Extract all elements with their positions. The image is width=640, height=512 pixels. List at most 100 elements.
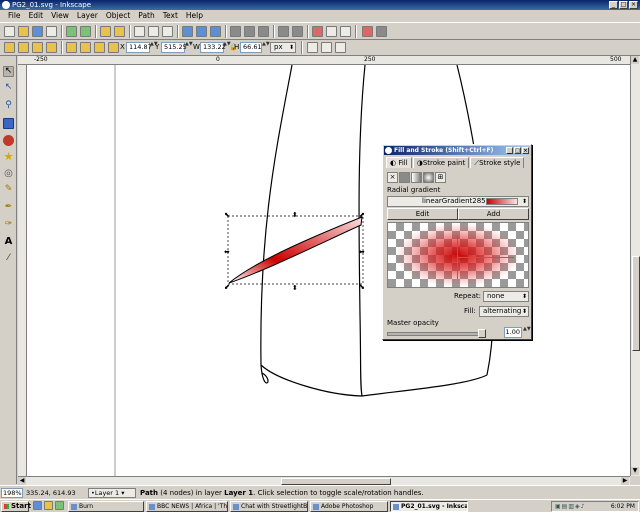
- scale-handle-s[interactable]: ⬍: [292, 284, 298, 292]
- quick-launch-explorer-icon[interactable]: [44, 501, 53, 510]
- duplicate-icon[interactable]: [230, 26, 241, 37]
- flip-horizontal-icon[interactable]: [32, 42, 43, 53]
- no-paint-icon[interactable]: ×: [387, 172, 398, 183]
- pencil-tool-icon[interactable]: ✎: [3, 184, 14, 195]
- selector-tool-icon[interactable]: ↖: [3, 66, 14, 77]
- maximize-button[interactable]: □: [619, 1, 628, 9]
- task-photoshop[interactable]: Adobe Photoshop: [310, 501, 388, 512]
- zoom-selection-icon[interactable]: [182, 26, 193, 37]
- scale-handle-n[interactable]: ⬍: [292, 211, 298, 219]
- vertical-scroll-thumb[interactable]: [632, 256, 640, 351]
- horizontal-scroll-thumb[interactable]: [281, 478, 391, 485]
- fill-rule-select[interactable]: alternating ⬍: [479, 306, 529, 317]
- paste-icon[interactable]: [162, 26, 173, 37]
- unlink-clone-icon[interactable]: [258, 26, 269, 37]
- scroll-down-icon[interactable]: ▼: [631, 467, 639, 475]
- radial-gradient-icon[interactable]: [423, 172, 434, 183]
- minimize-button[interactable]: _: [609, 1, 618, 9]
- quick-launch-app-icon[interactable]: [55, 501, 64, 510]
- drawing-canvas[interactable]: ⬉ ⬍ ⬈ ⬌ ⬌ ⬋ ⬍ ⬊: [27, 65, 630, 476]
- raise-icon[interactable]: [80, 42, 91, 53]
- scroll-right-icon[interactable]: ▶: [621, 477, 629, 485]
- ellipse-tool-icon[interactable]: [3, 135, 14, 146]
- scale-handle-sw[interactable]: ⬋: [224, 283, 230, 291]
- open-icon[interactable]: [18, 26, 29, 37]
- quick-launch-desktop-icon[interactable]: [33, 501, 42, 510]
- raise-to-top-icon[interactable]: [66, 42, 77, 53]
- dropper-tool-icon[interactable]: ⁄: [3, 253, 14, 264]
- ungroup-icon[interactable]: [292, 26, 303, 37]
- rotate-90-cw-icon[interactable]: [18, 42, 29, 53]
- zoom-field[interactable]: 198%: [1, 488, 23, 498]
- lower-to-bottom-icon[interactable]: [108, 42, 119, 53]
- zoom-page-icon[interactable]: [210, 26, 221, 37]
- scale-corners-icon[interactable]: [321, 42, 332, 53]
- scale-handle-w[interactable]: ⬌: [224, 248, 230, 256]
- scale-handle-se[interactable]: ⬊: [359, 283, 365, 291]
- scroll-up-icon[interactable]: ▲: [631, 56, 639, 64]
- tab-stroke-style[interactable]: ⟋Stroke style: [470, 157, 525, 168]
- vertical-scrollbar[interactable]: ▲ ▼: [630, 56, 640, 476]
- pattern-icon[interactable]: ⊞: [435, 172, 446, 183]
- h-spinner[interactable]: ▲▼: [262, 42, 270, 53]
- edit-gradient-button[interactable]: Edit: [387, 208, 458, 220]
- task-bbc-news[interactable]: BBC NEWS | Africa | 'Tho...: [146, 501, 228, 512]
- flip-vertical-icon[interactable]: [46, 42, 57, 53]
- preferences-icon[interactable]: [376, 26, 387, 37]
- import-icon[interactable]: [66, 26, 77, 37]
- redo-icon[interactable]: [114, 26, 125, 37]
- opacity-spinner[interactable]: ▲▼: [523, 327, 531, 338]
- menu-file[interactable]: File: [4, 10, 25, 22]
- scale-handle-e[interactable]: ⬌: [359, 248, 365, 256]
- dialog-minimize-button[interactable]: _: [506, 147, 513, 154]
- h-field[interactable]: 66.61: [240, 42, 262, 53]
- text-font-icon[interactable]: [326, 26, 337, 37]
- menu-layer[interactable]: Layer: [73, 10, 102, 22]
- menu-help[interactable]: Help: [182, 10, 207, 22]
- scale-handle-ne[interactable]: ⬈: [359, 211, 365, 219]
- menu-view[interactable]: View: [47, 10, 73, 22]
- scale-stroke-icon[interactable]: [307, 42, 318, 53]
- tab-stroke-paint[interactable]: ◑Stroke paint: [412, 157, 470, 168]
- dialog-title-bar[interactable]: Fill and Stroke (Shift+Ctrl+F) _ □ ×: [384, 146, 530, 155]
- task-chat[interactable]: Chat with StreetlightBat...: [230, 501, 308, 512]
- scale-handle-nw[interactable]: ⬉: [224, 211, 230, 219]
- task-inkscape[interactable]: PG2_01.svg - Inkscape: [390, 501, 468, 512]
- node-tool-icon[interactable]: ↖: [3, 82, 14, 93]
- spiral-tool-icon[interactable]: ◎: [3, 168, 14, 179]
- flat-color-icon[interactable]: [399, 172, 410, 183]
- pen-tool-icon[interactable]: ✒: [3, 202, 14, 213]
- cut-icon[interactable]: [148, 26, 159, 37]
- menu-object[interactable]: Object: [102, 10, 134, 22]
- menu-edit[interactable]: Edit: [25, 10, 48, 22]
- group-icon[interactable]: [278, 26, 289, 37]
- w-spinner[interactable]: ▲▼: [223, 42, 231, 53]
- tray-icons[interactable]: ▣▤▥◈♪: [555, 502, 585, 511]
- zoom-tool-icon[interactable]: ⚲: [3, 100, 14, 111]
- linear-gradient-icon[interactable]: [411, 172, 422, 183]
- y-spinner[interactable]: ▲▼: [185, 42, 193, 53]
- save-icon[interactable]: [32, 26, 43, 37]
- close-button[interactable]: ×: [629, 1, 638, 9]
- master-opacity-thumb[interactable]: [478, 329, 486, 338]
- menu-path[interactable]: Path: [134, 10, 158, 22]
- document-properties-icon[interactable]: [362, 26, 373, 37]
- unit-select[interactable]: px ⬍: [270, 42, 296, 53]
- lower-icon[interactable]: [94, 42, 105, 53]
- undo-icon[interactable]: [100, 26, 111, 37]
- scroll-left-icon[interactable]: ◀: [18, 477, 26, 485]
- copy-icon[interactable]: [134, 26, 145, 37]
- y-field[interactable]: 515.25: [161, 42, 187, 53]
- tab-fill[interactable]: ◐ Fill: [386, 157, 412, 168]
- star-tool-icon[interactable]: ★: [3, 151, 14, 162]
- x-field[interactable]: 114.87: [126, 42, 152, 53]
- master-opacity-slider[interactable]: [387, 332, 483, 336]
- text-tool-icon[interactable]: A: [3, 236, 14, 247]
- dialog-close-button[interactable]: ×: [522, 147, 529, 154]
- dialog-maximize-button[interactable]: □: [514, 147, 521, 154]
- export-icon[interactable]: [80, 26, 91, 37]
- rotate-90-ccw-icon[interactable]: [4, 42, 15, 53]
- menu-text[interactable]: Text: [159, 10, 182, 22]
- start-button[interactable]: Start: [1, 501, 31, 512]
- zoom-drawing-icon[interactable]: [196, 26, 207, 37]
